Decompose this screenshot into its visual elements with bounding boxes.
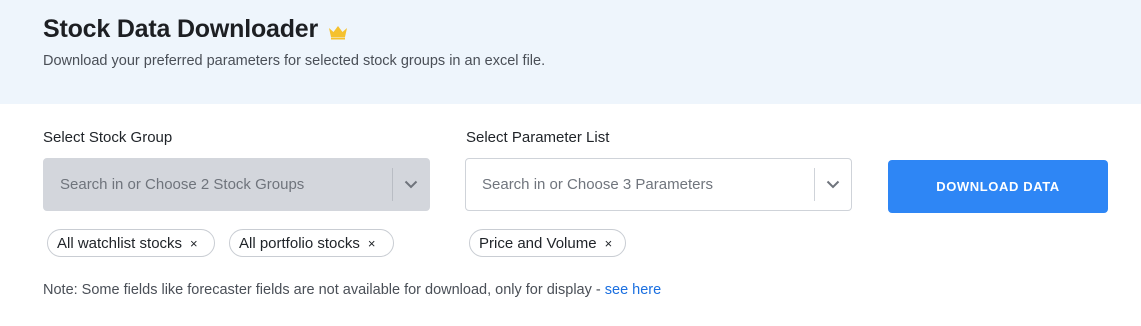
note-text: Note: Some fields like forecaster fields… bbox=[43, 282, 605, 298]
page-title: Stock Data Downloader bbox=[43, 15, 319, 43]
download-data-button[interactable]: DOWNLOAD DATA bbox=[888, 160, 1108, 213]
parameter-chip: Price and Volume × bbox=[469, 229, 626, 257]
page-subtitle: Download your preferred parameters for s… bbox=[43, 53, 546, 69]
stock-group-placeholder[interactable]: Search in or Choose 2 Stock Groups bbox=[44, 176, 392, 193]
crown-icon bbox=[329, 25, 348, 39]
title-row: Stock Data Downloader bbox=[43, 15, 348, 44]
download-note: Note: Some fields like forecaster fields… bbox=[43, 282, 661, 298]
stock-group-select[interactable]: Search in or Choose 2 Stock Groups bbox=[43, 158, 430, 211]
see-here-link[interactable]: see here bbox=[605, 282, 661, 298]
chip-label: All watchlist stocks bbox=[57, 234, 183, 252]
stock-group-label: Select Stock Group bbox=[43, 129, 173, 146]
stock-group-chip: All portfolio stocks × bbox=[229, 229, 394, 257]
page-header: Stock Data Downloader Download your pref… bbox=[0, 0, 1141, 104]
close-icon[interactable]: × bbox=[190, 237, 198, 250]
chevron-down-icon[interactable] bbox=[393, 159, 429, 210]
chevron-down-icon[interactable] bbox=[815, 159, 851, 210]
close-icon[interactable]: × bbox=[368, 237, 376, 250]
parameter-list-label: Select Parameter List bbox=[466, 129, 610, 146]
parameter-list-placeholder[interactable]: Search in or Choose 3 Parameters bbox=[466, 176, 814, 193]
parameter-list-select[interactable]: Search in or Choose 3 Parameters bbox=[465, 158, 852, 211]
chip-label: Price and Volume bbox=[479, 234, 597, 252]
stock-group-chip: All watchlist stocks × bbox=[47, 229, 215, 257]
close-icon[interactable]: × bbox=[605, 237, 613, 250]
chip-label: All portfolio stocks bbox=[239, 234, 360, 252]
